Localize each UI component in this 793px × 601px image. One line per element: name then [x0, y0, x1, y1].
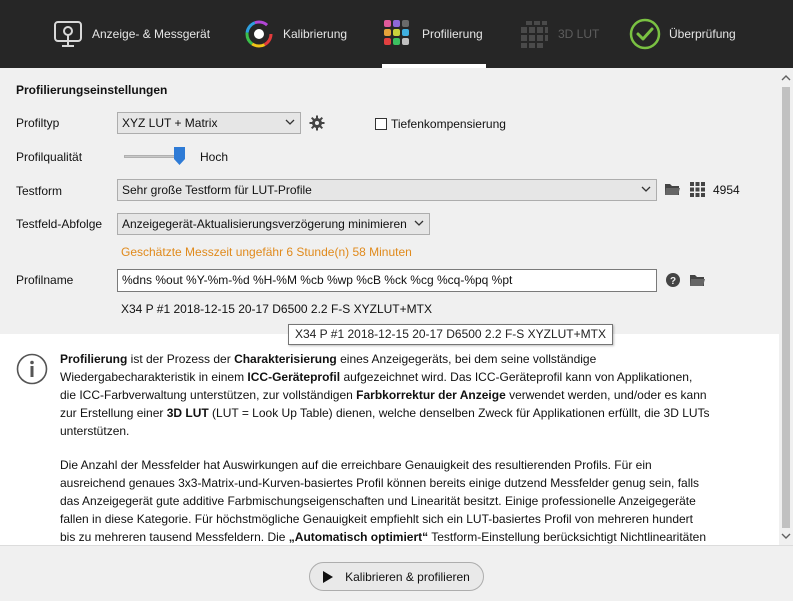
profile-name-tooltip: X34 P #1 2018-12-15 20-17 D6500 2.2 F-S … — [288, 324, 613, 345]
tab-label: 3D LUT — [558, 27, 600, 41]
info-panel: Profilierung ist der Prozess der Charakt… — [0, 334, 779, 545]
check-circle-icon — [629, 18, 661, 50]
profiling-settings-panel: Profilierungseinstellungen Profiltyp XYZ… — [0, 68, 779, 334]
top-navigation: Anzeige- & Messgerät Kalibrierung Profil… — [0, 0, 793, 68]
gear-icon[interactable] — [309, 115, 325, 131]
profile-quality-slider-thumb[interactable] — [173, 147, 185, 165]
emphasis-text: Profilierung — [60, 352, 128, 366]
chevron-down-icon — [641, 186, 651, 192]
tab-label: Kalibrierung — [283, 27, 348, 41]
info-icon — [16, 353, 48, 385]
chevron-down-icon — [285, 119, 295, 125]
display-device-icon — [52, 18, 84, 50]
vertical-scrollbar[interactable] — [779, 68, 793, 545]
patch-sequence-value: Anzeigegerät-Aktualisierungsverzögerung … — [122, 217, 407, 231]
depth-compensation-label: Tiefenkompensierung — [391, 117, 506, 131]
testchart-label: Testform — [16, 184, 63, 198]
emphasis-text: „Automatisch optimiert“ — [288, 530, 429, 544]
testchart-select[interactable]: Sehr große Testform für LUT-Profile — [117, 179, 657, 201]
profile-name-label: Profilname — [16, 273, 74, 287]
patch-sequence-select[interactable]: Anzeigegerät-Aktualisierungsverzögerung … — [117, 213, 430, 235]
help-icon[interactable]: ? — [666, 273, 680, 287]
profile-type-label: Profiltyp — [16, 116, 60, 130]
tab-profiling[interactable]: Profilierung — [382, 0, 486, 68]
footer: Kalibrieren & profilieren — [0, 545, 793, 601]
calibration-ring-icon — [243, 18, 275, 50]
emphasis-text: ICC-Geräteprofil — [247, 370, 341, 384]
scroll-down-icon[interactable] — [781, 531, 791, 541]
scroll-up-icon[interactable] — [781, 73, 791, 83]
profile-quality-label: Profilqualität — [16, 150, 83, 164]
scrollbar-thumb[interactable] — [782, 87, 790, 528]
tab-label: Überprüfung — [669, 27, 736, 41]
info-paragraph-profiling: Profilierung ist der Prozess der Charakt… — [60, 350, 710, 440]
tab-label: Anzeige- & Messgerät — [92, 27, 211, 41]
tab-calibration[interactable]: Kalibrierung — [243, 0, 347, 68]
info-paragraph-patch-count: Die Anzahl der Messfelder hat Auswirkung… — [60, 456, 710, 545]
color-grid-icon — [382, 18, 414, 50]
estimated-time-notice: Geschätzte Messzeit ungefähr 6 Stunde(n)… — [121, 245, 412, 259]
tab-display-device[interactable]: Anzeige- & Messgerät — [52, 0, 210, 68]
emphasis-text: Charakterisierung — [234, 352, 337, 366]
profile-type-select[interactable]: XYZ LUT + Matrix — [117, 112, 301, 134]
emphasis-text: 3D LUT — [166, 406, 209, 420]
depth-compensation-checkbox[interactable] — [375, 118, 387, 130]
chevron-down-icon — [414, 220, 424, 226]
folder-icon[interactable] — [689, 273, 706, 288]
emphasis-text: Farbkorrektur der Anzeige — [356, 388, 506, 402]
lut-cube-icon — [518, 18, 550, 50]
calibrate-and-profile-button[interactable]: Kalibrieren & profilieren — [309, 562, 484, 591]
svg-text:?: ? — [670, 276, 676, 287]
tab-label: Profilierung — [422, 27, 483, 41]
profile-type-value: XYZ LUT + Matrix — [122, 116, 218, 130]
profile-quality-value: Hoch — [200, 150, 229, 164]
patch-sequence-label: Testfeld-Abfolge — [16, 217, 103, 231]
profile-name-preview: X34 P #1 2018-12-15 20-17 D6500 2.2 F-S … — [121, 302, 432, 316]
folder-icon[interactable] — [664, 182, 681, 197]
calibrate-and-profile-label: Kalibrieren & profilieren — [345, 569, 470, 584]
tab-verification[interactable]: Überprüfung — [629, 0, 736, 68]
testchart-value: Sehr große Testform für LUT-Profile — [122, 183, 312, 197]
tab-3d-lut[interactable]: 3D LUT — [518, 0, 599, 68]
patch-grid-icon[interactable] — [690, 182, 705, 197]
body-text: Testform-Einstellung berücksichtigt Nich… — [428, 530, 707, 544]
patch-count: 4954 — [713, 183, 740, 197]
profile-name-input[interactable]: %dns %out %Y-%m-%d %H-%M %cb %wp %cB %ck… — [117, 269, 657, 292]
play-icon — [323, 570, 334, 583]
body-text: ist der Prozess der — [127, 352, 235, 366]
section-title: Profilierungseinstellungen — [16, 83, 168, 97]
